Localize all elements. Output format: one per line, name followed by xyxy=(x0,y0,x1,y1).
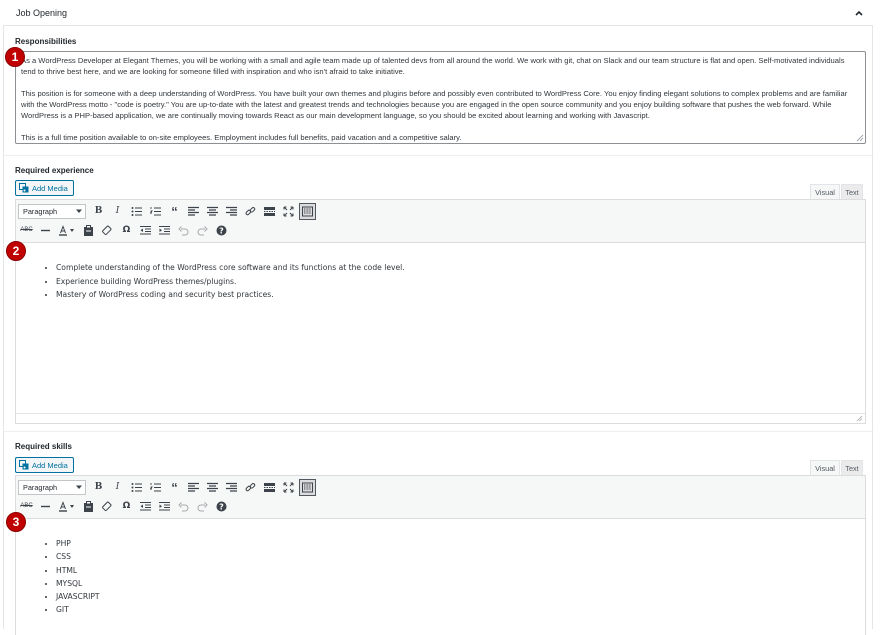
blockquote-icon[interactable]: “ xyxy=(166,203,183,220)
tab-text[interactable]: Text xyxy=(841,460,863,475)
align-right-icon[interactable] xyxy=(223,203,240,220)
list-item: CSS xyxy=(56,550,865,563)
panel-title: Job Opening xyxy=(16,8,68,18)
format-select[interactable]: Paragraph xyxy=(18,203,86,219)
redo-icon[interactable] xyxy=(194,222,211,239)
required-experience-editor[interactable]: Paragraph B I “ ABC Ω ? • Complete under… xyxy=(15,199,866,424)
divider xyxy=(3,431,873,432)
strikethrough-icon[interactable]: ABC xyxy=(18,222,35,239)
blockquote-icon[interactable]: “ xyxy=(166,479,183,496)
required-skills-label: Required skills xyxy=(15,442,72,451)
caret-down-icon xyxy=(76,209,82,213)
clear-formatting-icon[interactable] xyxy=(99,498,116,515)
editor-tabs: Visual Text xyxy=(810,184,863,199)
resize-grip-icon[interactable] xyxy=(856,415,863,422)
fullscreen-icon[interactable] xyxy=(280,479,297,496)
list-item: GIT xyxy=(56,603,865,616)
align-center-icon[interactable] xyxy=(204,203,221,220)
media-icon xyxy=(19,183,29,193)
indent-icon[interactable] xyxy=(156,498,173,515)
link-icon[interactable] xyxy=(242,479,259,496)
outdent-icon[interactable] xyxy=(137,222,154,239)
responsibilities-paragraph: This is a full time position available t… xyxy=(21,132,462,142)
responsibilities-textarea[interactable]: As a WordPress Developer at Elegant Them… xyxy=(15,51,866,144)
bold-icon[interactable]: B xyxy=(90,203,107,220)
undo-icon[interactable] xyxy=(175,222,192,239)
required-experience-label: Required experience xyxy=(15,166,94,175)
italic-icon[interactable]: I xyxy=(109,203,126,220)
required-skills-editor[interactable]: Paragraph B I “ ABC Ω ? • PHP • CSS • HT… xyxy=(15,475,866,635)
editor-toolbar: Paragraph B I “ ABC Ω ? xyxy=(16,476,865,519)
caret-down-icon xyxy=(76,485,82,489)
add-media-label: Add Media xyxy=(32,460,68,470)
special-character-icon[interactable]: Ω xyxy=(118,498,135,515)
toolbar-toggle-icon[interactable] xyxy=(299,478,316,496)
read-more-icon[interactable] xyxy=(261,203,278,220)
panel-header[interactable]: Job Opening xyxy=(3,0,873,26)
text-color-icon[interactable] xyxy=(56,498,78,515)
undo-icon[interactable] xyxy=(175,498,192,515)
align-right-icon[interactable] xyxy=(223,479,240,496)
editor-tabs: Visual Text xyxy=(810,460,863,475)
add-media-label: Add Media xyxy=(32,183,68,193)
format-select[interactable]: Paragraph xyxy=(18,479,86,495)
horizontal-line-icon[interactable] xyxy=(37,222,54,239)
tab-visual[interactable]: Visual xyxy=(810,460,840,475)
responsibilities-label: Responsibilities xyxy=(15,37,77,46)
step-marker-1: 1 xyxy=(5,47,25,67)
paste-text-icon[interactable] xyxy=(80,498,97,515)
step-marker-2: 2 xyxy=(6,241,26,261)
help-icon[interactable]: ? xyxy=(213,222,230,239)
responsibilities-paragraph: This position is for someone with a deep… xyxy=(21,88,848,120)
indent-icon[interactable] xyxy=(156,222,173,239)
svg-text:?: ? xyxy=(219,226,224,235)
add-media-button[interactable]: Add Media xyxy=(15,457,74,473)
list-item: Experience building WordPress themes/plu… xyxy=(56,275,865,289)
toolbar-toggle-icon[interactable] xyxy=(299,202,316,220)
list-item: HTML xyxy=(56,564,865,577)
special-character-icon[interactable]: Ω xyxy=(118,222,135,239)
list-item: PHP xyxy=(56,537,865,550)
italic-icon[interactable]: I xyxy=(109,479,126,496)
list-item: JAVASCRIPT xyxy=(56,590,865,603)
help-icon[interactable]: ? xyxy=(213,498,230,515)
outdent-icon[interactable] xyxy=(137,498,154,515)
chevron-up-icon[interactable] xyxy=(853,7,865,19)
editor-content[interactable]: Complete understanding of the WordPress … xyxy=(16,243,865,302)
editor-content[interactable]: PHP CSS HTML MYSQL JAVASCRIPT GIT xyxy=(16,519,865,617)
editor-status-bar xyxy=(16,413,865,423)
list-item: Mastery of WordPress coding and security… xyxy=(56,288,865,302)
numbered-list-icon[interactable] xyxy=(147,479,164,496)
align-left-icon[interactable] xyxy=(185,479,202,496)
strikethrough-icon[interactable]: ABC xyxy=(18,498,35,515)
list-item: Complete understanding of the WordPress … xyxy=(56,261,865,275)
editor-toolbar: Paragraph B I “ ABC Ω ? xyxy=(16,200,865,243)
link-icon[interactable] xyxy=(242,203,259,220)
svg-text:?: ? xyxy=(219,502,224,511)
step-marker-3: 3 xyxy=(6,512,26,532)
bullet-list-icon[interactable] xyxy=(128,479,145,496)
tab-visual[interactable]: Visual xyxy=(810,184,840,199)
align-left-icon[interactable] xyxy=(185,203,202,220)
read-more-icon[interactable] xyxy=(261,479,278,496)
resize-grip-icon[interactable] xyxy=(856,134,864,142)
media-icon xyxy=(19,460,29,470)
responsibilities-paragraph: As a WordPress Developer at Elegant Them… xyxy=(21,56,845,76)
bullet-list-icon[interactable] xyxy=(128,203,145,220)
paste-text-icon[interactable] xyxy=(80,222,97,239)
horizontal-line-icon[interactable] xyxy=(37,498,54,515)
divider xyxy=(3,155,873,156)
redo-icon[interactable] xyxy=(194,498,211,515)
add-media-button[interactable]: Add Media xyxy=(15,180,74,196)
fullscreen-icon[interactable] xyxy=(280,203,297,220)
text-color-icon[interactable] xyxy=(56,222,78,239)
numbered-list-icon[interactable] xyxy=(147,203,164,220)
tab-text[interactable]: Text xyxy=(841,184,863,199)
list-item: MYSQL xyxy=(56,577,865,590)
clear-formatting-icon[interactable] xyxy=(99,222,116,239)
bold-icon[interactable]: B xyxy=(90,479,107,496)
align-center-icon[interactable] xyxy=(204,479,221,496)
